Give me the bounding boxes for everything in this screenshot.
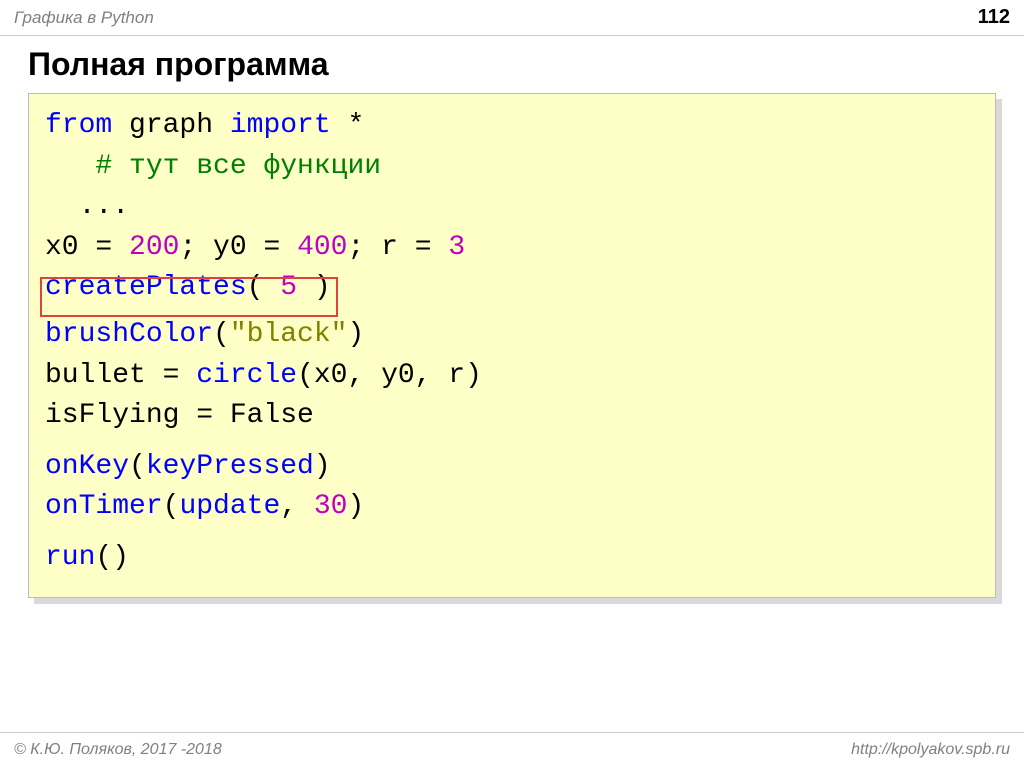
number-literal: 5 [280, 272, 297, 303]
func-onKey: onKey [45, 451, 129, 482]
slide-title: Полная программа [0, 36, 1024, 93]
header-bar: Графика в Python 112 [0, 0, 1024, 36]
footer-copyright: © К.Ю. Поляков, 2017 -2018 [14, 741, 222, 759]
paren: ) [314, 451, 331, 482]
code-line-3: ... [45, 187, 979, 228]
header-title: Графика в Python [14, 8, 154, 28]
code-line-1: from graph import * [45, 106, 979, 147]
args: (x0, y0, r) [297, 360, 482, 391]
paren: ) [347, 319, 364, 350]
number-literal: 3 [448, 232, 465, 263]
code-line-9: onKey(keyPressed) [45, 447, 979, 488]
arg-update: update [179, 491, 280, 522]
func-brushColor: brushColor [45, 319, 213, 350]
footer-bar: © К.Ю. Поляков, 2017 -2018 http://kpolya… [0, 732, 1024, 767]
func-run: run [45, 542, 95, 573]
arg-keyPressed: keyPressed [146, 451, 314, 482]
code-line-2: # тут все функции [45, 147, 979, 188]
code-box: from graph import * # тут все функции ..… [28, 93, 996, 598]
func-onTimer: onTimer [45, 491, 163, 522]
paren: () [95, 542, 129, 573]
code-line-4: x0 = 200; y0 = 400; r = 3 [45, 228, 979, 269]
code-line-7: bullet = circle(x0, y0, r) [45, 356, 979, 397]
paren: ( [247, 272, 281, 303]
paren: ( [129, 451, 146, 482]
paren: ) [297, 272, 331, 303]
module-name: graph [112, 110, 230, 141]
comma: , [280, 491, 314, 522]
string-literal: "black" [230, 319, 348, 350]
code-line-5: createPlates( 5 ) [45, 268, 979, 309]
paren: ( [163, 491, 180, 522]
ellipsis: ... [79, 191, 129, 222]
text: x0 = [45, 232, 129, 263]
number-literal: 30 [314, 491, 348, 522]
text: isFlying = False [45, 400, 314, 431]
indent [45, 191, 79, 222]
code-line-11: run() [45, 538, 979, 579]
paren: ) [347, 491, 364, 522]
text: ; r = [347, 232, 448, 263]
keyword-from: from [45, 110, 112, 141]
text: ; y0 = [179, 232, 297, 263]
code-line-6: brushColor("black") [45, 315, 979, 356]
page-number: 112 [978, 6, 1010, 29]
text: bullet = [45, 360, 196, 391]
code-line-10: onTimer(update, 30) [45, 487, 979, 528]
comment: # тут все функции [95, 151, 381, 182]
func-createPlates: createPlates [45, 272, 247, 303]
number-literal: 400 [297, 232, 347, 263]
indent [45, 151, 95, 182]
footer-url: http://kpolyakov.spb.ru [851, 741, 1010, 759]
func-circle: circle [196, 360, 297, 391]
paren: ( [213, 319, 230, 350]
code-block: from graph import * # тут все функции ..… [28, 93, 996, 598]
code-line-8: isFlying = False [45, 396, 979, 437]
keyword-import: import [230, 110, 331, 141]
import-star: * [331, 110, 365, 141]
number-literal: 200 [129, 232, 179, 263]
